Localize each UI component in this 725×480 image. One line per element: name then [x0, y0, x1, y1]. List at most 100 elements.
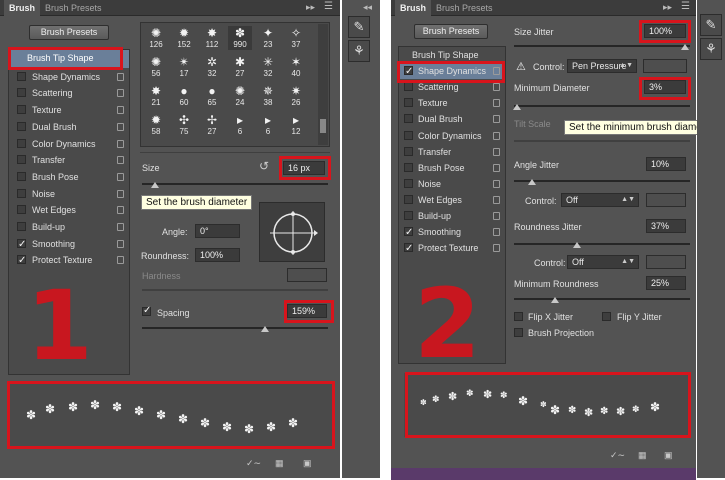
lock-icon[interactable]: [117, 122, 124, 131]
right-item-protect-texture[interactable]: Protect Texture: [399, 240, 505, 257]
spacing-slider[interactable]: [142, 327, 328, 329]
checkbox[interactable]: [17, 205, 26, 215]
panel-menu-icon[interactable]: ☰: [681, 1, 690, 12]
reset-size-icon[interactable]: ↺: [259, 159, 269, 173]
new-brush-icon[interactable]: ▣: [303, 458, 312, 469]
grid-icon[interactable]: ▦: [638, 450, 647, 461]
lock-icon[interactable]: [493, 163, 500, 172]
brush-tip-preset[interactable]: ✲ 32: [200, 55, 224, 79]
lock-icon[interactable]: [493, 115, 500, 124]
brush-tip-preset[interactable]: ✷ 26: [284, 84, 308, 108]
left-tab-brush[interactable]: Brush: [4, 0, 41, 16]
lock-icon[interactable]: [493, 179, 500, 188]
left-item-brush-pose[interactable]: Brush Pose: [9, 169, 129, 185]
angle-field[interactable]: 0°: [195, 224, 240, 238]
size-jitter-slider[interactable]: [514, 45, 690, 47]
size-slider[interactable]: [142, 183, 328, 185]
brush-tip-preset[interactable]: ● 60: [172, 84, 196, 108]
lock-icon[interactable]: [117, 89, 124, 98]
lock-icon[interactable]: [117, 72, 124, 81]
brush-tip-preset[interactable]: ✣ 75: [172, 113, 196, 137]
lock-icon[interactable]: [117, 223, 124, 231]
checkbox[interactable]: [404, 194, 413, 204]
angle-jitter-field[interactable]: 10%: [646, 157, 686, 171]
min-roundness-slider-thumb[interactable]: [551, 297, 559, 303]
left-item-noise[interactable]: Noise: [9, 186, 129, 202]
brush-tip-preset[interactable]: ✢ 27: [200, 113, 224, 137]
min-diameter-slider[interactable]: [514, 105, 690, 107]
brush-tip-preset[interactable]: ✧ 37: [284, 26, 308, 50]
clone-source-icon[interactable]: ⚘: [348, 40, 370, 62]
angle-roundness-widget[interactable]: [259, 202, 325, 262]
lock-icon[interactable]: [493, 228, 500, 237]
right-item-dual-brush[interactable]: Dual Brush: [399, 111, 505, 127]
brush-tip-preset[interactable]: ● 65: [200, 84, 224, 108]
brush-tip-preset[interactable]: ✦ 23: [256, 26, 280, 50]
lock-icon[interactable]: [117, 156, 124, 165]
roundness-jitter-slider-thumb[interactable]: [573, 242, 581, 248]
brush-toggle-icon[interactable]: ✓∼: [610, 450, 625, 461]
roundness-field[interactable]: 100%: [195, 248, 240, 262]
checkbox[interactable]: [17, 71, 26, 81]
lock-icon[interactable]: [493, 83, 500, 92]
checkbox[interactable]: [404, 225, 413, 241]
brush-tip-preset[interactable]: ▸ 6: [228, 113, 252, 137]
checkbox[interactable]: [17, 222, 26, 231]
checkbox[interactable]: [404, 82, 413, 92]
right-item-build-up[interactable]: Build-up: [399, 208, 505, 224]
size-slider-thumb[interactable]: [151, 182, 159, 188]
roundness-jitter-field[interactable]: 37%: [646, 219, 686, 233]
left-item-shape-dynamics[interactable]: Shape Dynamics: [9, 69, 129, 85]
size-jitter-slider-thumb[interactable]: [681, 44, 689, 50]
right-item-wet-edges[interactable]: Wet Edges: [399, 192, 505, 208]
angle-jitter-slider[interactable]: [514, 180, 690, 182]
right-tab-brush-presets[interactable]: Brush Presets: [431, 0, 498, 16]
brush-tip-preset[interactable]: ✽ 990: [228, 26, 252, 50]
left-item-transfer[interactable]: Transfer: [9, 152, 129, 168]
flip-x-checkbox[interactable]: [514, 312, 523, 321]
brush-tip-preset[interactable]: ✹ 58: [144, 113, 168, 137]
checkbox[interactable]: [17, 138, 26, 148]
brush-tip-preset[interactable]: ✹ 152: [172, 26, 196, 50]
brush-projection-checkbox[interactable]: [514, 328, 523, 337]
left-tab-brush-presets[interactable]: Brush Presets: [40, 0, 107, 16]
brush-tip-preset[interactable]: ✱ 27: [228, 55, 252, 79]
checkbox[interactable]: [17, 105, 26, 115]
left-item-smoothing[interactable]: Smoothing: [9, 236, 129, 253]
checkbox[interactable]: [404, 114, 413, 124]
brush-tip-preset[interactable]: ✶ 40: [284, 55, 308, 79]
lock-icon[interactable]: [493, 131, 500, 140]
new-brush-icon[interactable]: ▣: [664, 450, 673, 461]
left-item-build-up[interactable]: Build-up: [9, 219, 129, 235]
right-item-texture[interactable]: Texture: [399, 95, 505, 111]
checkbox[interactable]: [17, 253, 26, 269]
checkbox[interactable]: [404, 241, 413, 257]
brush-tip-preset[interactable]: ✸ 21: [144, 84, 168, 108]
collapse-icon[interactable]: ▸▸: [306, 2, 315, 13]
brush-tip-preset[interactable]: ✸ 112: [200, 26, 224, 50]
left-item-scattering[interactable]: Scattering: [9, 85, 129, 101]
brush-tip-preset[interactable]: ▸ 6: [256, 113, 280, 137]
right-tab-brush[interactable]: Brush: [395, 0, 432, 16]
brush-tip-preset[interactable]: ✺ 126: [144, 26, 168, 50]
panel-menu-icon[interactable]: ☰: [324, 1, 333, 12]
right-brush-presets-button[interactable]: Brush Presets: [414, 24, 488, 39]
brush-tip-preset[interactable]: ▸ 12: [284, 113, 308, 137]
checkbox[interactable]: [404, 162, 413, 172]
left-item-wet-edges[interactable]: Wet Edges: [9, 202, 129, 218]
min-roundness-slider[interactable]: [514, 298, 690, 300]
left-brush-presets-button[interactable]: Brush Presets: [29, 25, 109, 40]
roundness-control-select[interactable]: Off ▲▼: [567, 255, 639, 269]
checkbox[interactable]: [404, 98, 413, 108]
right-item-noise[interactable]: Noise: [399, 176, 505, 192]
grid-icon[interactable]: ▦: [275, 458, 284, 469]
angle-control-select[interactable]: Off ▲▼: [561, 193, 639, 207]
lock-icon[interactable]: [117, 256, 124, 265]
collapse-icon[interactable]: ▸▸: [663, 2, 672, 13]
min-diameter-slider-thumb[interactable]: [513, 104, 521, 110]
flip-y-checkbox[interactable]: [602, 312, 611, 321]
min-roundness-field[interactable]: 25%: [646, 276, 686, 290]
checkbox[interactable]: [17, 88, 26, 98]
checkbox[interactable]: [404, 146, 413, 156]
brush-tip-preset[interactable]: ✳ 32: [256, 55, 280, 79]
